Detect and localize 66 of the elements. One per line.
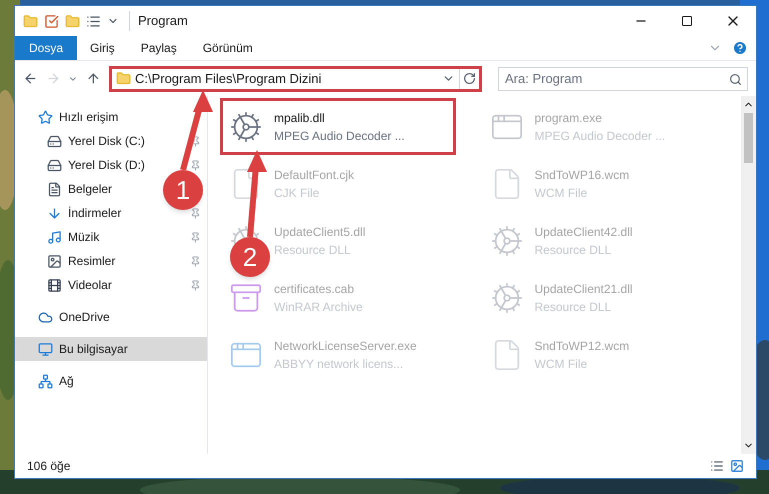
details-view-icon[interactable] <box>710 459 724 473</box>
file-type: MPEG Audio Decoder ... <box>534 128 666 144</box>
file-item[interactable]: mpalib.dll MPEG Audio Decoder ... <box>220 98 456 155</box>
refresh-icon[interactable] <box>463 72 476 85</box>
pin-icon[interactable] <box>190 160 201 170</box>
maximize-icon <box>681 15 693 27</box>
file-type: ABBYY network licens... <box>274 356 404 372</box>
sidebar-label[interactable]: Resimler <box>68 252 116 270</box>
sidebar-label[interactable]: Videolar <box>68 276 112 294</box>
ribbon-tab[interactable]: Görünüm <box>190 36 266 60</box>
file-tab[interactable]: Dosya <box>15 36 78 60</box>
search-field[interactable]: Ara: Program <box>498 66 748 90</box>
ribbon-tab[interactable]: Paylaş <box>128 36 190 60</box>
network-icon <box>38 374 53 388</box>
ribbon-tab[interactable]: Giriş <box>77 36 128 60</box>
scrollbar-thumb[interactable] <box>744 113 753 163</box>
address-path: C:\Program Files\Program Dizini <box>134 70 322 88</box>
sidebar-label: Bu bilgisayar <box>59 341 128 358</box>
drive-icon <box>47 134 62 148</box>
help-icon[interactable] <box>732 40 748 56</box>
pin-icon[interactable] <box>190 208 201 218</box>
drive-icon <box>47 158 62 172</box>
file-type: Resource DLL <box>534 298 612 316</box>
up-icon[interactable] <box>86 71 101 86</box>
file-type: CJK File <box>274 184 320 202</box>
film-icon <box>47 278 62 292</box>
file-type: Resource DLL <box>534 242 612 258</box>
sidebar-label[interactable]: Ağ <box>59 372 74 390</box>
file-type: WinRAR Archive <box>274 298 363 316</box>
sidebar-label[interactable]: Yerel Disk (C:) <box>68 132 145 150</box>
checklist-icon[interactable] <box>44 14 59 28</box>
gear-file-icon <box>490 280 524 314</box>
pin-icon[interactable] <box>190 256 201 266</box>
download-icon <box>47 206 62 220</box>
gear-file-icon <box>229 110 263 144</box>
pin-icon[interactable] <box>190 280 201 290</box>
address-bar[interactable]: C:\Program Files\Program Dizini <box>108 66 482 92</box>
file-type: WCM File <box>534 184 588 202</box>
sidebar-label[interactable]: Yerel Disk (D:) <box>68 156 145 174</box>
sidebar-item[interactable]: Bu bilgisayar <box>15 337 207 361</box>
file-type: WCM File <box>534 356 588 372</box>
item-count: 106 öğe <box>27 458 70 475</box>
cloud-icon <box>38 310 53 324</box>
monitor-icon <box>38 342 53 356</box>
sidebar-label[interactable]: Müzik <box>68 228 100 246</box>
sidebar-label[interactable]: OneDrive <box>59 308 110 326</box>
window-title: Program <box>129 11 188 31</box>
sidebar-label[interactable]: İndirmeler <box>68 204 122 222</box>
sidebar-label[interactable]: Hızlı erişim <box>59 108 118 126</box>
star-icon <box>38 110 53 124</box>
document-icon <box>47 182 62 196</box>
pin-icon[interactable] <box>190 136 201 146</box>
folder-icon <box>116 71 131 86</box>
file-name: mpalib.dll <box>274 110 325 126</box>
image-icon <box>47 254 62 268</box>
scrollbar[interactable] <box>741 96 756 454</box>
file-type: Resource DLL <box>274 242 351 258</box>
music-note-icon <box>47 230 62 244</box>
file-type: MPEG Audio Decoder ... <box>274 128 405 144</box>
back-icon[interactable] <box>23 71 38 86</box>
gear-file-icon <box>490 224 524 258</box>
properties-icon[interactable] <box>86 14 101 28</box>
search-icon[interactable] <box>729 72 742 86</box>
sidebar-label[interactable]: Belgeler <box>68 180 112 198</box>
pin-icon[interactable] <box>190 232 201 242</box>
large-icons-view-icon[interactable] <box>730 459 744 473</box>
